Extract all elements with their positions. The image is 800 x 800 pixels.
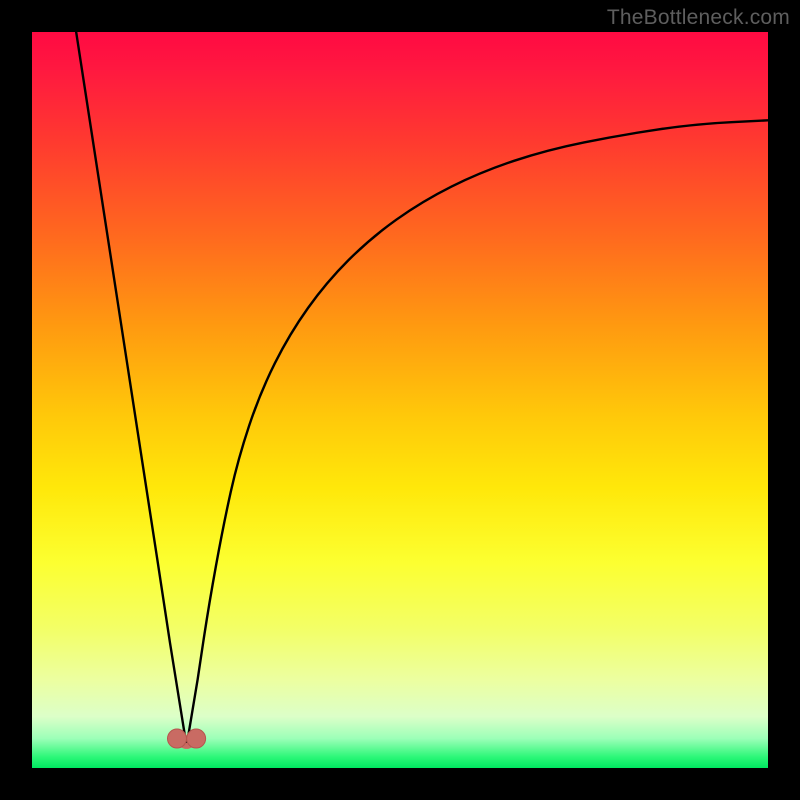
plot-area	[32, 32, 768, 768]
bottleneck-curve	[76, 32, 768, 746]
watermark-text: TheBottleneck.com	[607, 6, 790, 30]
curve-svg	[32, 32, 768, 768]
marker-min-left	[167, 729, 186, 748]
chart-frame: TheBottleneck.com	[0, 0, 800, 800]
marker-min-right	[187, 729, 206, 748]
